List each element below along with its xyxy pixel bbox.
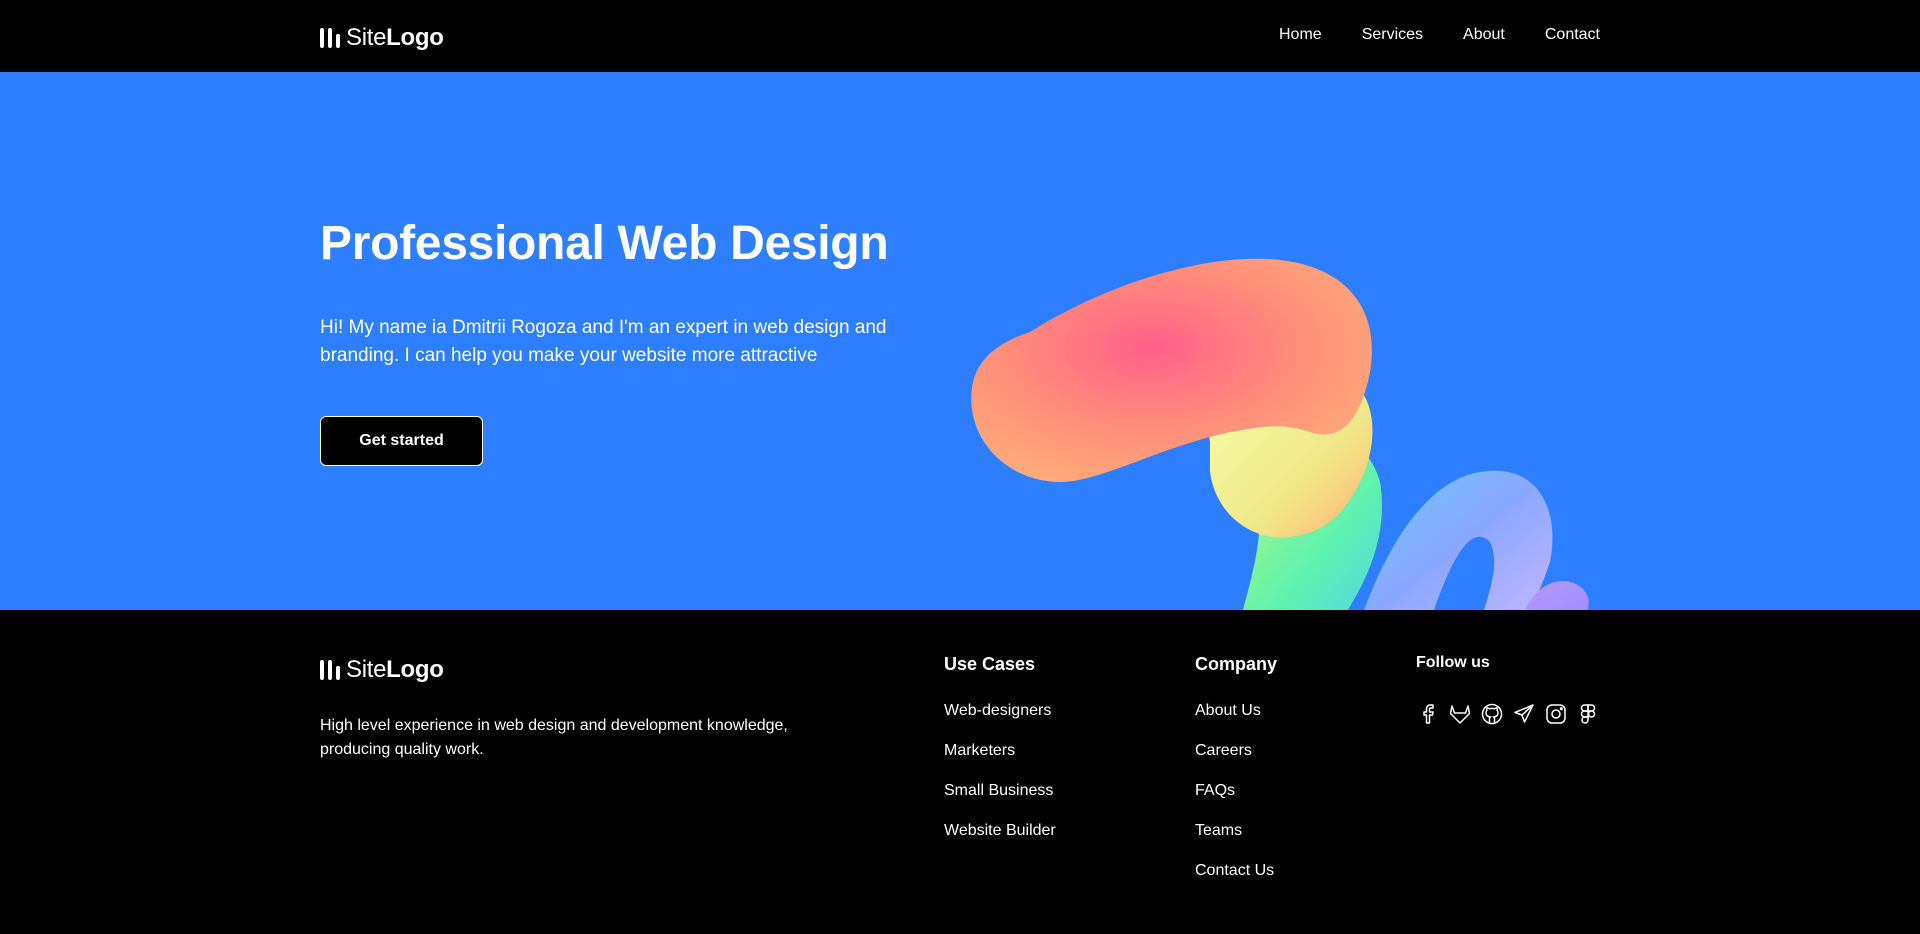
- link-about-us[interactable]: About Us: [1195, 702, 1261, 719]
- logo-text-logo: Logo: [386, 656, 444, 683]
- site-footer: SiteLogo High level experience in web de…: [0, 610, 1920, 934]
- footer-company: Company About Us Careers FAQs Teams Cont…: [1195, 654, 1277, 901]
- facebook-icon[interactable]: [1416, 702, 1440, 726]
- link-marketers[interactable]: Marketers: [944, 742, 1015, 759]
- logo-mark-icon: [320, 660, 340, 680]
- company-heading: Company: [1195, 654, 1278, 674]
- logo-text-site: Site: [346, 656, 387, 683]
- link-website-builder[interactable]: Website Builder: [944, 822, 1056, 839]
- footer-use-cases: Use Cases Web-designers Marketers Small …: [944, 654, 1056, 861]
- nav-contact[interactable]: Contact: [1545, 26, 1600, 44]
- github-icon[interactable]: [1480, 702, 1504, 726]
- figma-icon[interactable]: [1576, 702, 1600, 726]
- gitlab-icon[interactable]: [1448, 702, 1472, 726]
- logo-text-site: Site: [346, 24, 387, 51]
- nav-services[interactable]: Services: [1362, 26, 1423, 44]
- footer-logo[interactable]: SiteLogo: [320, 656, 444, 684]
- logo-text: SiteLogo: [346, 656, 444, 684]
- footer-follow: Follow us: [1416, 654, 1600, 726]
- link-careers[interactable]: Careers: [1195, 742, 1252, 759]
- follow-heading: Follow us: [1416, 654, 1490, 671]
- site-header: SiteLogo Home Services About Contact: [0, 0, 1920, 72]
- hero-text: Hi! My name ia Dmitrii Rogoza and I'm an…: [320, 317, 887, 366]
- telegram-icon[interactable]: [1512, 702, 1536, 726]
- hero-title: Professional Web Design: [320, 217, 889, 270]
- footer-description: High level experience in web design and …: [320, 717, 788, 758]
- main-nav: Home Services About Contact: [1279, 26, 1600, 44]
- abstract-3d-shape: [971, 258, 1589, 610]
- link-web-designers[interactable]: Web-designers: [944, 702, 1051, 719]
- instagram-icon[interactable]: [1544, 702, 1568, 726]
- social-links: [1416, 702, 1600, 726]
- logo-text-logo: Logo: [386, 24, 444, 51]
- use-cases-heading: Use Cases: [944, 654, 1036, 674]
- logo-text: SiteLogo: [346, 24, 444, 52]
- nav-home[interactable]: Home: [1279, 26, 1322, 44]
- link-faqs[interactable]: FAQs: [1195, 782, 1235, 799]
- get-started-button[interactable]: Get started: [320, 416, 483, 466]
- link-teams[interactable]: Teams: [1195, 822, 1242, 839]
- site-logo[interactable]: SiteLogo: [320, 24, 444, 52]
- link-small-business[interactable]: Small Business: [944, 782, 1053, 799]
- nav-about[interactable]: About: [1463, 26, 1505, 44]
- hero-section: Professional Web Design Hi! My name ia D…: [0, 72, 1920, 610]
- link-contact-us[interactable]: Contact Us: [1195, 862, 1274, 879]
- logo-mark-icon: [320, 28, 340, 48]
